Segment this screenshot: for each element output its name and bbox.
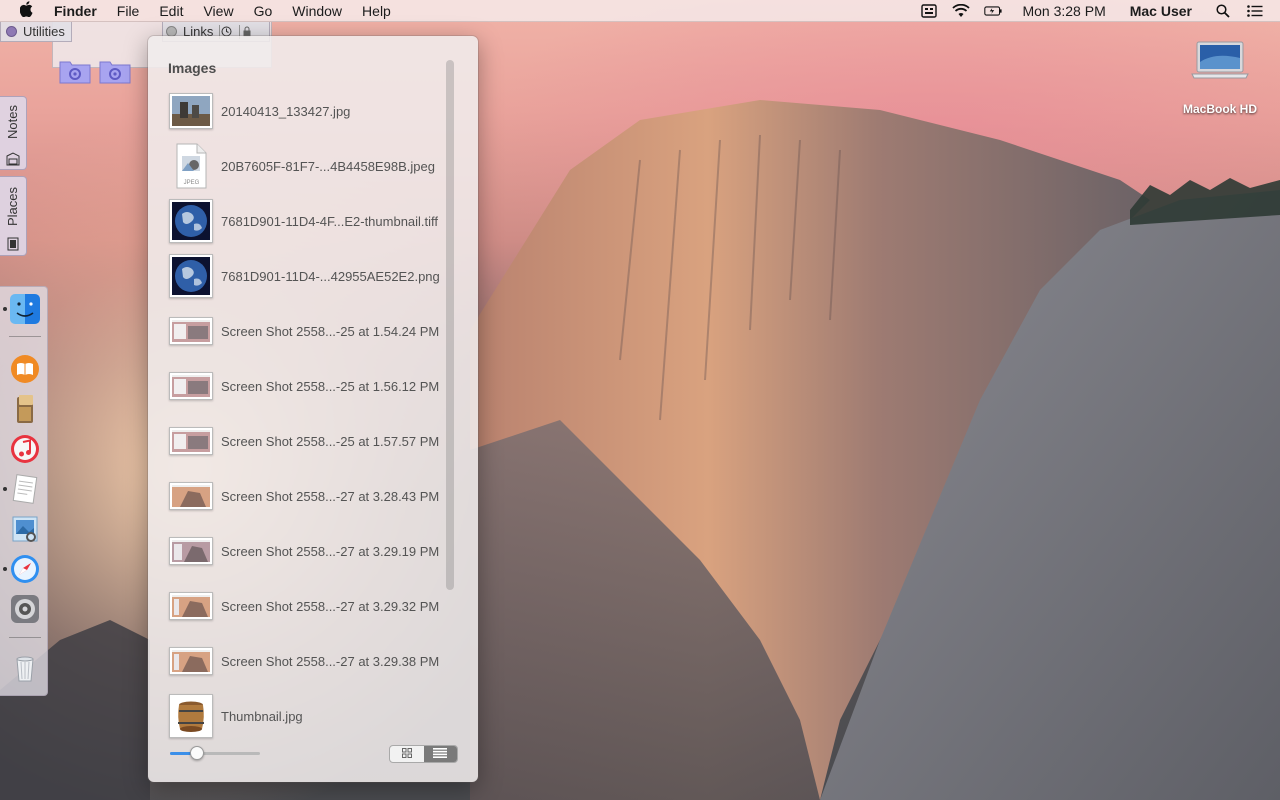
- wifi-icon[interactable]: [952, 3, 971, 18]
- battery-icon[interactable]: [984, 4, 1003, 18]
- menubar-clock[interactable]: Mon 3:28 PM: [1022, 3, 1105, 19]
- list-item[interactable]: Thumbnail.jpg: [168, 690, 448, 742]
- images-stack-popover: Images 20140413_133427.jpg JPEG 20B7605F…: [148, 36, 478, 782]
- list-view-button[interactable]: [423, 746, 457, 762]
- drawer-tab-places[interactable]: Places: [0, 176, 27, 256]
- grid-view-button[interactable]: [390, 746, 424, 762]
- file-name: Screen Shot 2558...-25 at 1.54.24 PM: [221, 323, 440, 339]
- menu-bar: Finder File Edit View Go Window Help Mon…: [0, 0, 1280, 22]
- menu-file[interactable]: File: [117, 3, 140, 19]
- list-item[interactable]: Screen Shot 2558...-27 at 3.29.38 PM: [168, 635, 448, 687]
- screenshot-thumbnail: [168, 473, 214, 519]
- drawer-tab-utilities[interactable]: Utilities: [0, 22, 72, 42]
- list-item[interactable]: Screen Shot 2558...-25 at 1.56.12 PM: [168, 360, 448, 412]
- file-name: Screen Shot 2558...-25 at 1.57.57 PM: [221, 433, 440, 449]
- screenshot-thumbnail: [168, 528, 214, 574]
- file-name: 20B7605F-81F7-...4B4458E98B.jpeg: [221, 158, 435, 174]
- photo-thumbnail: [168, 88, 214, 134]
- screenshot-thumbnail: [168, 638, 214, 684]
- menu-go[interactable]: Go: [254, 3, 273, 19]
- screenshot-thumbnail: [168, 583, 214, 629]
- file-name: Thumbnail.jpg: [221, 708, 303, 724]
- apple-menu-icon[interactable]: [19, 0, 36, 21]
- preview-icon[interactable]: [9, 513, 41, 545]
- file-name: 7681D901-11D4-4F...E2-thumbnail.tiff: [221, 213, 439, 229]
- applications-folder-icon[interactable]: [99, 58, 131, 84]
- list-item[interactable]: Screen Shot 2558...-27 at 3.29.19 PM: [168, 525, 448, 577]
- itunes-icon[interactable]: [9, 433, 41, 465]
- drawer-tab-places-label: Places: [5, 187, 20, 227]
- desktop-drive-macbook-hd[interactable]: MacBook HD: [1170, 38, 1270, 116]
- view-mode-toggle: [389, 745, 458, 763]
- system-preferences-icon[interactable]: [9, 593, 41, 625]
- file-name: Screen Shot 2558...-27 at 3.29.32 PM: [221, 598, 440, 614]
- stack-title: Images: [168, 60, 217, 76]
- file-name: Screen Shot 2558...-27 at 3.29.38 PM: [221, 653, 440, 669]
- menu-app-finder[interactable]: Finder: [54, 3, 97, 19]
- spotlight-search-icon[interactable]: [1214, 3, 1232, 18]
- status-area: Mon 3:28 PM Mac User: [920, 3, 1280, 19]
- barrel-thumbnail: [168, 693, 214, 739]
- running-indicator: [3, 567, 7, 571]
- list-item[interactable]: 7681D901-11D4-...42955AE52E2.png: [168, 250, 448, 302]
- file-name: 7681D901-11D4-...42955AE52E2.png: [221, 268, 440, 284]
- list-item[interactable]: Screen Shot 2558...-27 at 3.28.43 PM: [168, 470, 448, 522]
- file-name: Screen Shot 2558...-27 at 3.29.19 PM: [221, 543, 440, 559]
- list-item[interactable]: Screen Shot 2558...-25 at 1.54.24 PM: [168, 305, 448, 357]
- list-item[interactable]: JPEG 20B7605F-81F7-...4B4458E98B.jpeg: [168, 140, 448, 192]
- drawer-tab-notes-label: Notes: [5, 105, 20, 139]
- file-name: Screen Shot 2558...-27 at 3.28.43 PM: [221, 488, 440, 504]
- stack-scrollbar[interactable]: [446, 60, 454, 590]
- jpeg-document-icon: JPEG: [168, 143, 214, 189]
- list-item[interactable]: Screen Shot 2558...-27 at 3.29.32 PM: [168, 580, 448, 632]
- menu-help[interactable]: Help: [362, 3, 391, 19]
- screenshot-thumbnail: [168, 418, 214, 464]
- macbook-drive-icon: [1190, 38, 1250, 82]
- textedit-icon[interactable]: [9, 473, 41, 505]
- ibooks-icon[interactable]: [9, 353, 41, 385]
- drawer-tab-utilities-label: Utilities: [23, 24, 65, 39]
- screenshot-thumbnail: [168, 308, 214, 354]
- drive-label: MacBook HD: [1182, 102, 1257, 116]
- grid-view-icon: [401, 746, 412, 762]
- safari-icon[interactable]: [9, 553, 41, 585]
- trash-icon[interactable]: [9, 651, 41, 683]
- drawer-color-dot: [6, 26, 17, 37]
- menu-window[interactable]: Window: [292, 3, 342, 19]
- earth-thumbnail: [168, 198, 214, 244]
- menu-view[interactable]: View: [203, 3, 233, 19]
- menubar-user[interactable]: Mac User: [1130, 3, 1192, 19]
- running-indicator: [3, 487, 7, 491]
- list-item[interactable]: 7681D901-11D4-4F...E2-thumbnail.tiff: [168, 195, 448, 247]
- finder-icon[interactable]: [9, 293, 41, 325]
- running-indicator: [3, 307, 7, 311]
- notes-stack-icon[interactable]: [9, 393, 41, 425]
- utilities-folder-icon[interactable]: [59, 58, 91, 84]
- list-view-icon: [433, 746, 448, 762]
- screenshot-thumbnail: [168, 363, 214, 409]
- drawer-tab-notes[interactable]: Notes: [0, 96, 27, 170]
- icon-size-slider[interactable]: [170, 746, 260, 760]
- dock: [0, 286, 48, 696]
- list-item[interactable]: Screen Shot 2558...-25 at 1.57.57 PM: [168, 415, 448, 467]
- places-drawer-icon: [6, 237, 20, 251]
- list-item[interactable]: 20140413_133427.jpg: [168, 85, 448, 137]
- menu-edit[interactable]: Edit: [159, 3, 183, 19]
- notes-drawer-icon: [6, 152, 20, 166]
- earth-thumbnail: [168, 253, 214, 299]
- icon-size-slider-knob[interactable]: [190, 746, 204, 760]
- file-name: 20140413_133427.jpg: [221, 103, 351, 119]
- file-name: Screen Shot 2558...-25 at 1.56.12 PM: [221, 378, 440, 394]
- input-menu-icon[interactable]: [920, 3, 938, 18]
- notification-center-icon[interactable]: [1246, 4, 1264, 18]
- svg-text:JPEG: JPEG: [184, 180, 200, 186]
